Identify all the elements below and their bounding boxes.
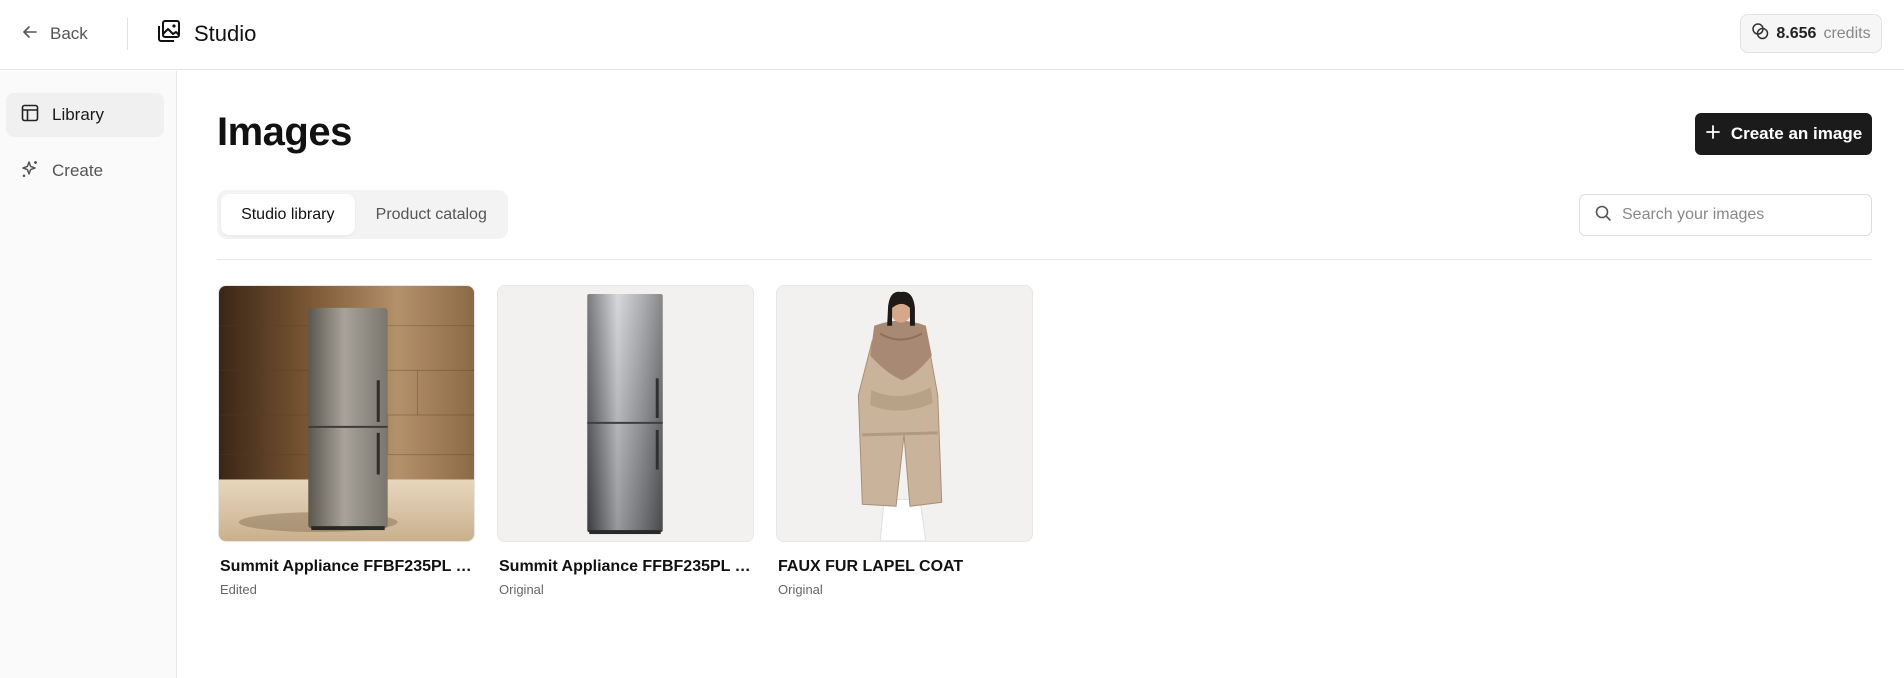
top-bar: Back Studio 8.656 credits (0, 0, 1904, 70)
image-status: Original (778, 582, 823, 597)
search-icon (1594, 204, 1612, 227)
image-card[interactable]: FAUX FUR LAPEL COAT Original (776, 285, 1033, 597)
image-status: Original (499, 582, 544, 597)
image-thumbnail-fridge-edited[interactable] (218, 285, 475, 542)
library-icon (20, 103, 40, 128)
arrow-left-icon (20, 22, 40, 47)
image-card[interactable]: Summit Appliance FFBF235PL 2... Edited (218, 285, 475, 597)
sidebar-item-library[interactable]: Library (6, 93, 164, 137)
content-divider (217, 259, 1872, 260)
sidebar: Library Create (0, 71, 177, 678)
tab-product-catalog[interactable]: Product catalog (359, 194, 504, 235)
image-status: Edited (220, 582, 257, 597)
credits-badge[interactable]: 8.656 credits (1740, 14, 1882, 53)
search-input[interactable] (1622, 206, 1852, 224)
sidebar-item-label: Create (52, 161, 104, 180)
search-box (1579, 194, 1872, 236)
back-label: Back (50, 24, 88, 43)
image-title: Summit Appliance FFBF235PL 2... (499, 558, 754, 575)
image-title: FAUX FUR LAPEL COAT (778, 558, 964, 575)
credits-value: 8.656 (1776, 24, 1817, 42)
coins-icon (1751, 22, 1769, 45)
create-image-button[interactable]: Create an image (1695, 113, 1872, 155)
sidebar-item-label: Library (52, 105, 104, 124)
page-title: Images (217, 110, 352, 154)
create-image-label: Create an image (1730, 124, 1863, 143)
app-brand: Studio (156, 18, 256, 50)
sparkle-icon (20, 159, 40, 184)
image-thumbnail-coat[interactable] (776, 285, 1033, 542)
image-card[interactable]: Summit Appliance FFBF235PL 2... Original (497, 285, 754, 597)
plus-icon (1705, 124, 1721, 145)
sidebar-item-create[interactable]: Create (6, 149, 164, 193)
credits-unit: credits (1823, 24, 1871, 42)
gallery-icon (156, 18, 182, 50)
back-button[interactable]: Back (20, 20, 88, 48)
library-tabs: Studio library Product catalog (217, 190, 508, 239)
image-thumbnail-fridge-original[interactable] (497, 285, 754, 542)
app-title: Studio (194, 21, 257, 46)
tab-studio-library[interactable]: Studio library (221, 194, 355, 235)
topbar-divider (127, 18, 128, 50)
image-title: Summit Appliance FFBF235PL 2... (220, 558, 475, 575)
